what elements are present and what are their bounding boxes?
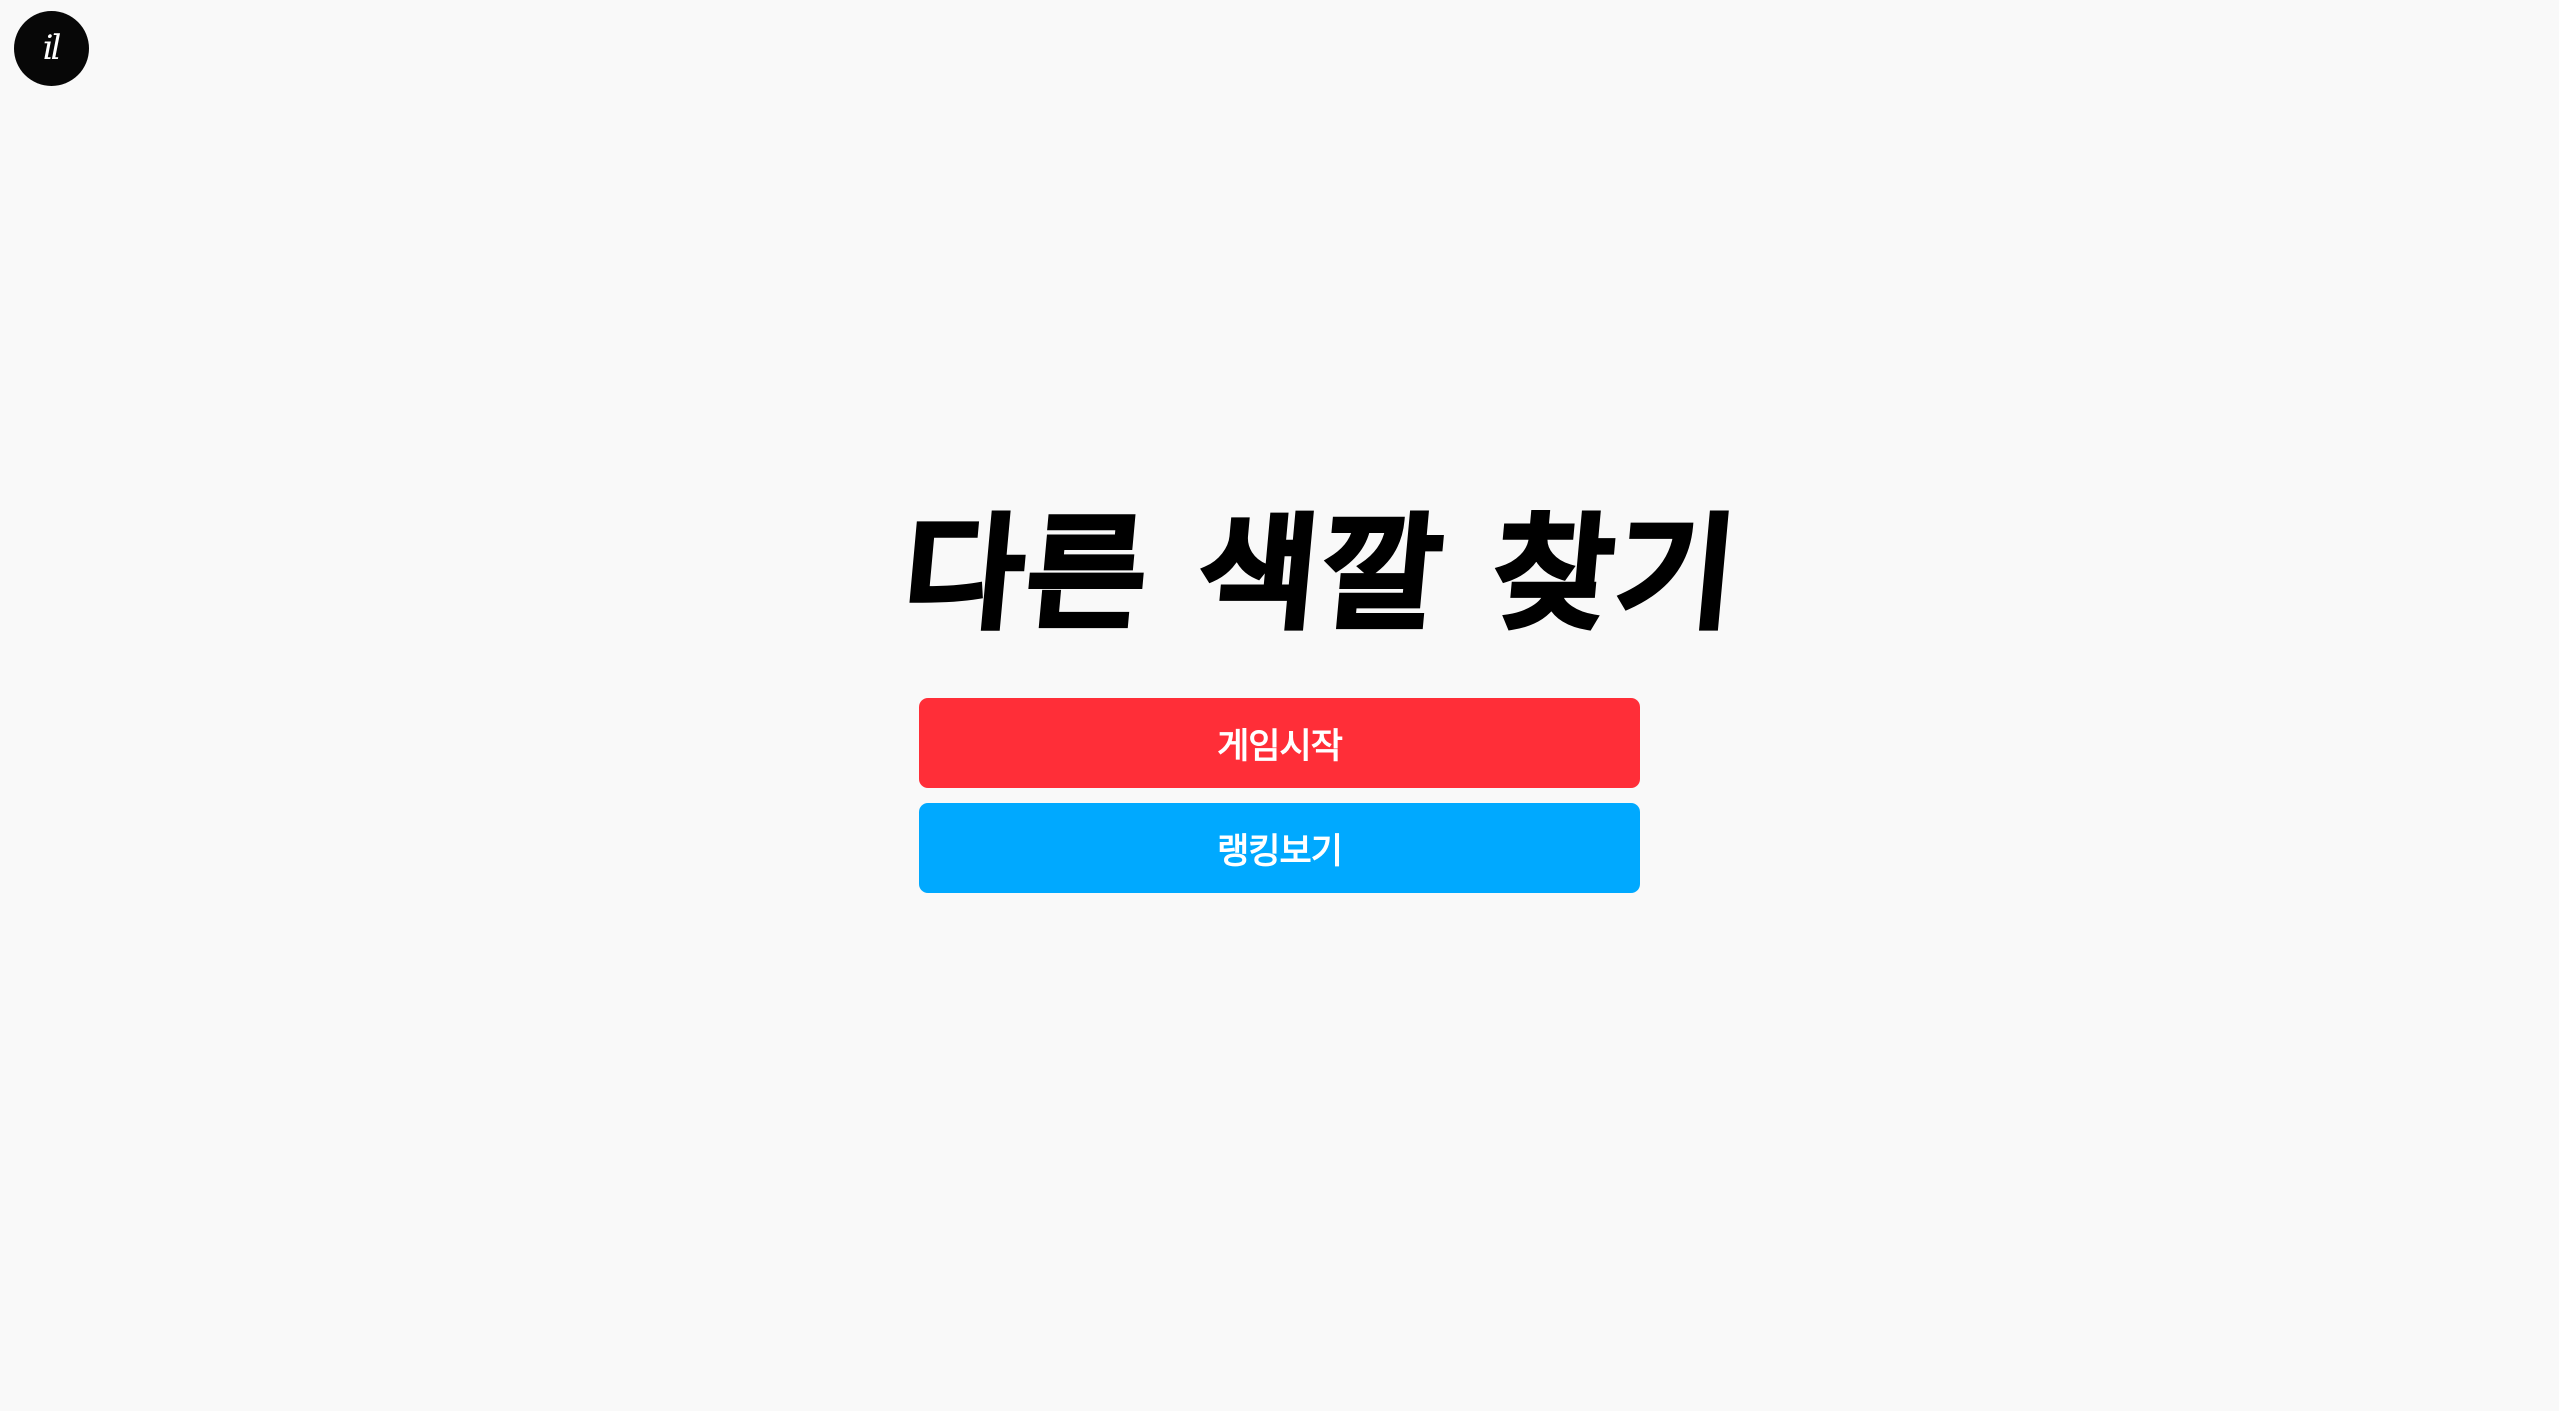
view-ranking-button[interactable]: 랭킹보기 <box>919 803 1640 893</box>
page-title: 다른 색깔 찾기 <box>896 501 1748 649</box>
logo-text: il <box>42 27 62 68</box>
logo-link[interactable]: il <box>14 11 89 86</box>
page: il 다른 색깔 찾기 게임시작 랭킹보기 <box>0 0 2559 1411</box>
main-panel: 다른 색깔 찾기 게임시작 랭킹보기 <box>896 500 1748 893</box>
start-game-button[interactable]: 게임시작 <box>919 698 1640 788</box>
